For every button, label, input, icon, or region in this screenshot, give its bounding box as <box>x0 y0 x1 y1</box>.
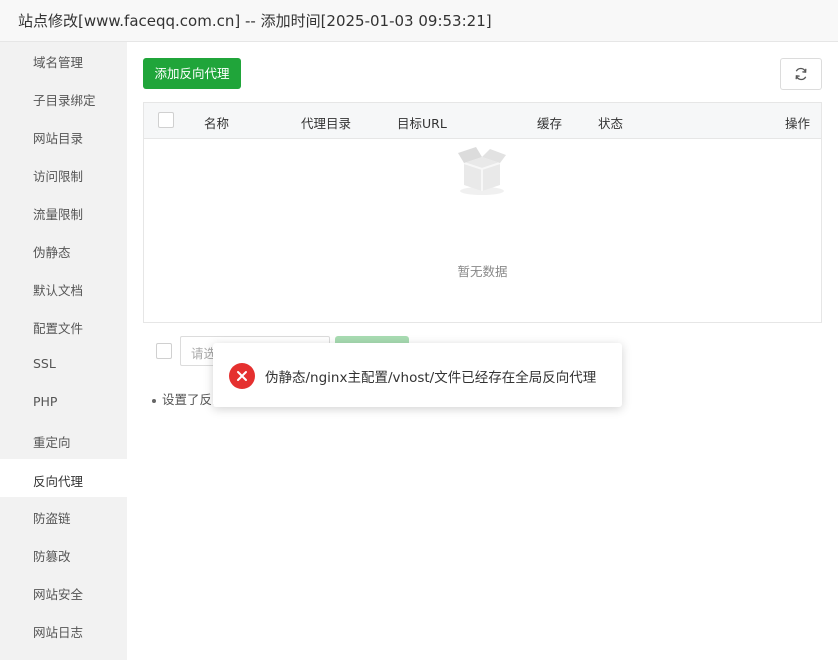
close-icon <box>237 371 247 381</box>
sidebar-item-reverse-proxy[interactable]: 反向代理 <box>0 459 127 497</box>
sidebar-item-label: SSL <box>33 356 56 371</box>
sidebar-item-label: 伪静态 <box>33 245 71 260</box>
sidebar-item-label: 配置文件 <box>33 321 84 336</box>
error-toast-message: 伪静态/nginx主配置/vhost/文件已经存在全局反向代理 <box>265 370 597 386</box>
column-header-actions: 操作 <box>785 116 811 131</box>
select-all-checkbox[interactable] <box>158 112 174 128</box>
sidebar-item-site-dir[interactable]: 网站目录 <box>0 123 127 151</box>
column-header-cache: 缓存 <box>537 116 563 131</box>
sidebar-item-access-limit[interactable]: 访问限制 <box>0 161 127 189</box>
sidebar-item-ssl[interactable]: SSL <box>0 351 127 379</box>
dialog-title: 站点修改[www.faceqq.com.cn] -- 添加时间[2025-01-… <box>18 12 492 30</box>
sidebar-item-label: 默认文档 <box>33 283 84 298</box>
proxy-table: 名称 代理目录 目标URL 缓存 状态 操作 暂无数据 <box>143 102 822 323</box>
sidebar-item-hotlink[interactable]: 防盗链 <box>0 503 127 531</box>
sidebar-item-label: 反向代理 <box>33 474 84 489</box>
sidebar-item-label: 防盗链 <box>33 511 71 526</box>
empty-state-text: 暂无数据 <box>457 264 508 279</box>
sidebar-item-label: 访问限制 <box>33 169 84 184</box>
sidebar-item-label: PHP <box>33 394 58 409</box>
add-reverse-proxy-button[interactable]: 添加反向代理 <box>143 58 241 89</box>
sidebar-item-tamper[interactable]: 防篡改 <box>0 541 127 569</box>
column-header-proxy-dir: 代理目录 <box>301 116 352 131</box>
sidebar-item-default-doc[interactable]: 默认文档 <box>0 275 127 303</box>
sidebar-item-label: 流量限制 <box>33 207 84 222</box>
sidebar-item-security[interactable]: 网站安全 <box>0 579 127 607</box>
column-header-target-url: 目标URL <box>397 116 447 131</box>
sidebar-item-label: 防篡改 <box>33 549 71 564</box>
sidebar-item-traffic-limit[interactable]: 流量限制 <box>0 199 127 227</box>
sidebar-item-php[interactable]: PHP <box>0 389 127 417</box>
empty-box-icon <box>458 147 506 195</box>
refresh-button[interactable] <box>780 58 822 90</box>
error-icon <box>229 363 255 389</box>
sidebar-item-label: 网站目录 <box>33 131 84 146</box>
dialog-titlebar: 站点修改[www.faceqq.com.cn] -- 添加时间[2025-01-… <box>0 0 838 42</box>
sidebar-item-label: 域名管理 <box>33 55 84 70</box>
bottom-select-checkbox[interactable] <box>156 343 172 359</box>
sidebar: 域名管理 子目录绑定 网站目录 访问限制 流量限制 伪静态 默认文档 配置文件 … <box>0 42 127 660</box>
sidebar-item-label: 网站安全 <box>33 587 84 602</box>
column-header-name: 名称 <box>204 116 230 131</box>
sidebar-item-label: 子目录绑定 <box>33 93 96 108</box>
sidebar-item-label: 重定向 <box>33 435 71 450</box>
refresh-icon <box>795 67 807 81</box>
sidebar-item-config[interactable]: 配置文件 <box>0 313 127 341</box>
sidebar-item-subdir[interactable]: 子目录绑定 <box>0 85 127 113</box>
bullet-dot <box>152 398 156 403</box>
sidebar-item-redirect[interactable]: 重定向 <box>0 427 127 455</box>
column-header-status: 状态 <box>598 116 624 131</box>
sidebar-item-domain[interactable]: 域名管理 <box>0 47 127 75</box>
table-header: 名称 代理目录 目标URL 缓存 状态 操作 <box>144 103 821 139</box>
error-toast: 伪静态/nginx主配置/vhost/文件已经存在全局反向代理 <box>213 343 622 407</box>
sidebar-item-logs[interactable]: 网站日志 <box>0 617 127 645</box>
sidebar-item-label: 网站日志 <box>33 625 84 640</box>
sidebar-item-rewrite[interactable]: 伪静态 <box>0 237 127 265</box>
